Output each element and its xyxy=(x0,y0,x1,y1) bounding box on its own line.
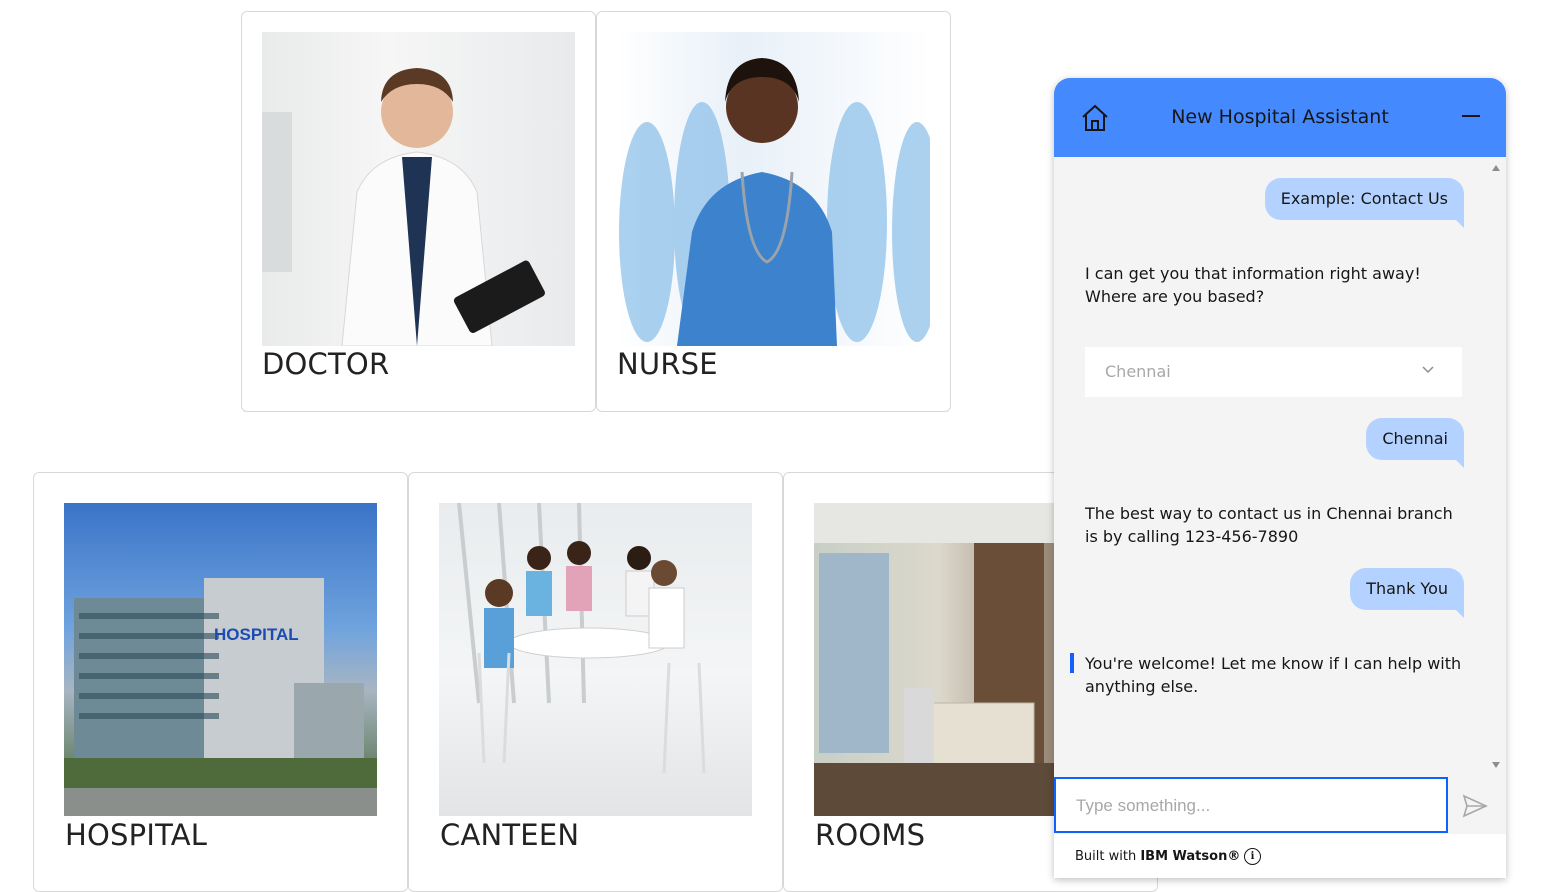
canteen-label: CANTEEN xyxy=(440,818,580,852)
hospital-card[interactable]: HOSPITAL HOSPITAL xyxy=(33,472,408,892)
bot-message: You're welcome! Let me know if I can hel… xyxy=(1085,654,1462,696)
nurse-image xyxy=(617,32,930,346)
nurse-label: NURSE xyxy=(617,347,718,381)
hospital-image: HOSPITAL xyxy=(64,503,377,816)
hospital-label: HOSPITAL xyxy=(65,818,208,852)
user-message: Example: Contact Us xyxy=(1264,178,1465,228)
chat-messages[interactable]: Example: Contact Us I can get you that i… xyxy=(1054,157,1506,777)
location-dropdown[interactable]: Chennai xyxy=(1085,347,1462,397)
user-message: Thank You xyxy=(1350,568,1464,618)
chat-input-container xyxy=(1054,777,1448,833)
chat-input[interactable] xyxy=(1074,792,1418,820)
user-message: Chennai xyxy=(1366,418,1464,468)
chevron-down-icon xyxy=(1422,366,1434,374)
nurse-card[interactable]: NURSE xyxy=(596,11,951,412)
bot-message: I can get you that information right awa… xyxy=(1085,264,1421,306)
active-message-indicator xyxy=(1070,653,1074,673)
canteen-image xyxy=(439,503,752,816)
chat-widget: New Hospital Assistant Example: Contact … xyxy=(1054,78,1506,878)
dropdown-selected: Chennai xyxy=(1105,362,1171,381)
hospital-sign: HOSPITAL xyxy=(214,625,299,644)
footer-prefix: Built with xyxy=(1075,849,1141,864)
minimize-icon[interactable] xyxy=(1462,115,1480,117)
chat-title: New Hospital Assistant xyxy=(1171,106,1389,128)
rooms-label: ROOMS xyxy=(815,818,926,852)
chat-header: New Hospital Assistant xyxy=(1054,78,1506,157)
footer-text: Built with IBM Watson® xyxy=(1075,849,1240,864)
chat-footer: Built with IBM Watson® i xyxy=(1054,834,1506,878)
canteen-card[interactable]: CANTEEN xyxy=(408,472,783,892)
info-icon[interactable]: i xyxy=(1244,848,1261,865)
doctor-image xyxy=(262,32,575,346)
scroll-down-arrow[interactable] xyxy=(1492,762,1500,768)
bot-message: The best way to contact us in Chennai br… xyxy=(1085,504,1453,546)
doctor-label: DOCTOR xyxy=(262,347,390,381)
footer-brand: IBM Watson® xyxy=(1140,849,1241,864)
scroll-up-arrow[interactable] xyxy=(1492,165,1500,171)
doctor-card[interactable]: DOCTOR xyxy=(241,11,596,412)
send-icon[interactable] xyxy=(1454,790,1494,822)
